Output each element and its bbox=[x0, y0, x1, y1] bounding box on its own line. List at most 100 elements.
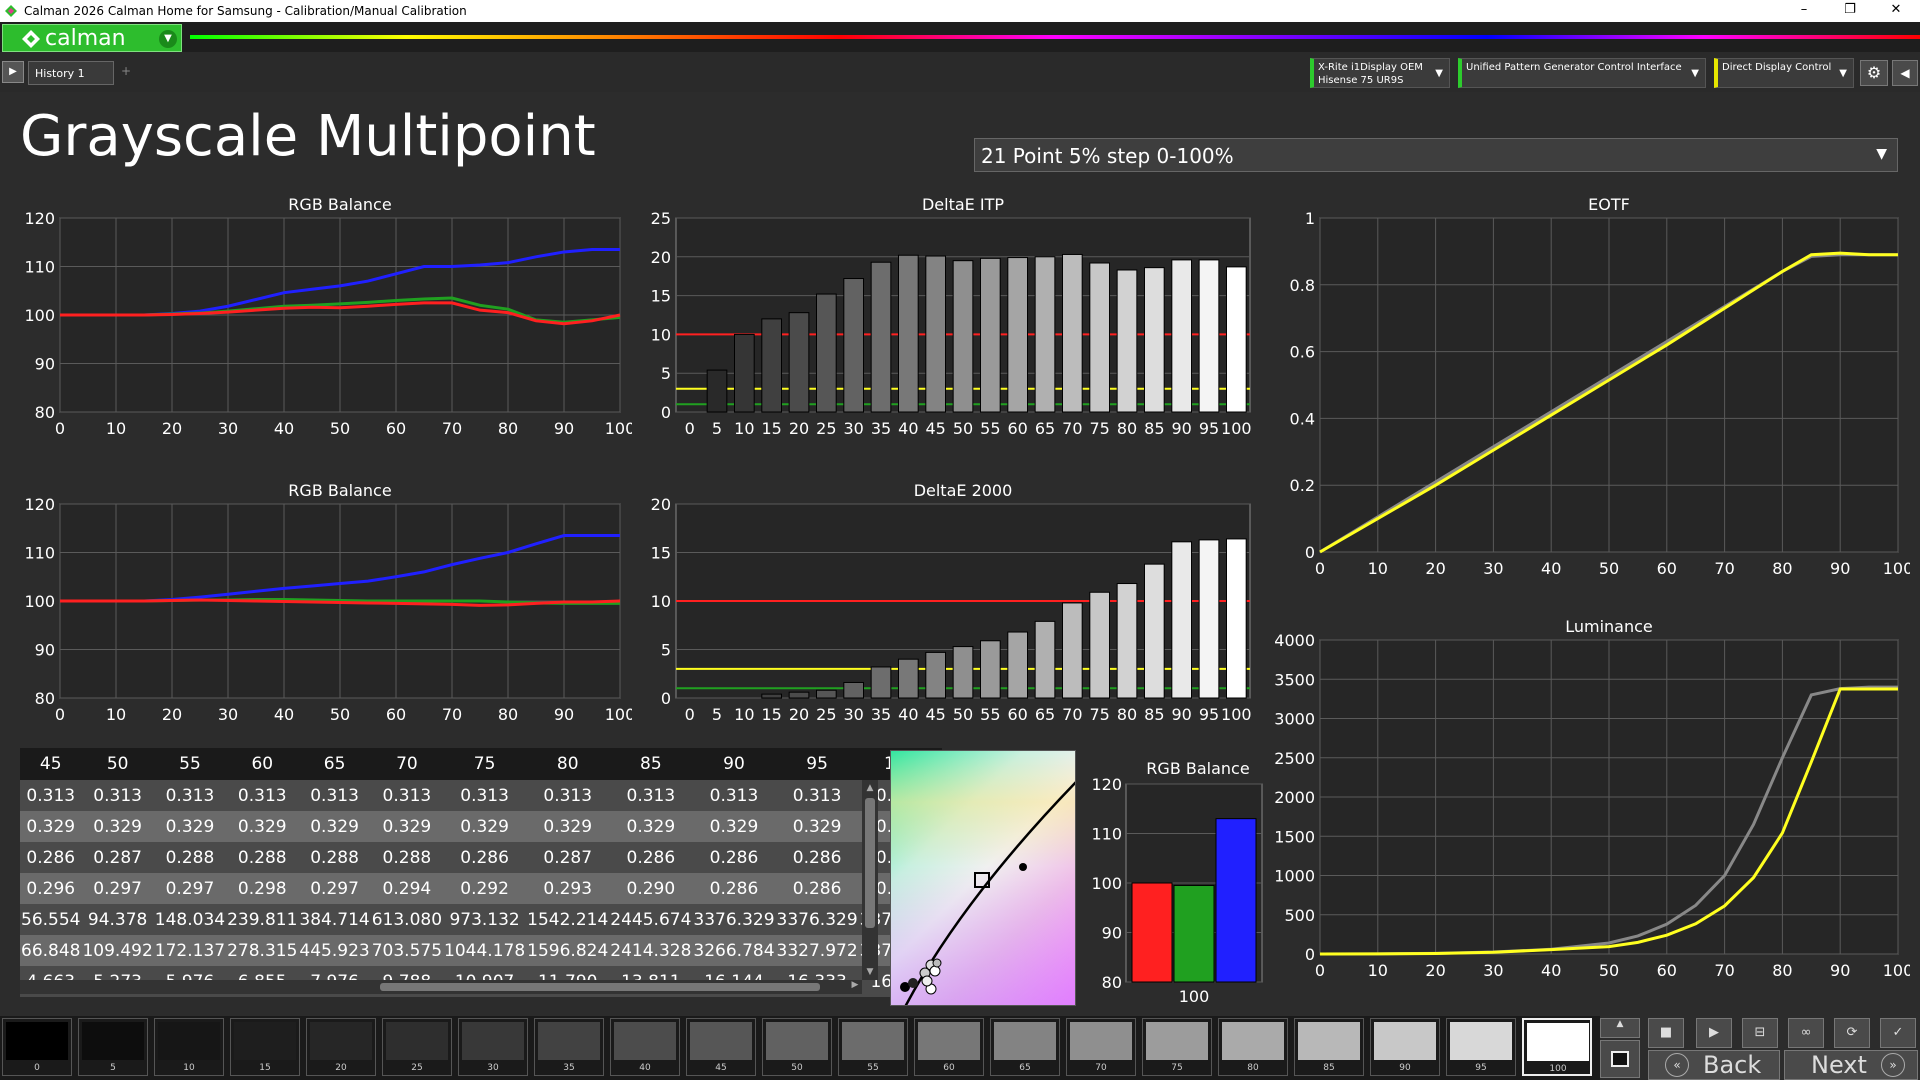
swatch-patch-60[interactable]: 60 bbox=[914, 1018, 984, 1076]
meter-device-selector[interactable]: X-Rite i1Display OEM Hisense 75 UR9S ▼ bbox=[1310, 58, 1450, 88]
swatch-patch-100[interactable]: 100 bbox=[1522, 1018, 1592, 1076]
display-control-selector[interactable]: Direct Display Control ▼ bbox=[1714, 58, 1854, 88]
stop-icon bbox=[1611, 1051, 1629, 1067]
swatch-patch-65[interactable]: 65 bbox=[990, 1018, 1060, 1076]
window-titlebar: Calman 2026 Calman Home for Samsung - Ca… bbox=[0, 0, 1920, 22]
x-tick-label: 95 bbox=[1199, 419, 1219, 438]
column-header[interactable]: 45 bbox=[20, 748, 82, 780]
swatch-patch-75[interactable]: 75 bbox=[1142, 1018, 1212, 1076]
play-icon[interactable]: ▶ bbox=[2, 61, 24, 83]
continuous-read-icon[interactable]: ∞ bbox=[1788, 1018, 1824, 1048]
read-series-icon[interactable]: ⊟ bbox=[1742, 1018, 1778, 1048]
y-tick-label: 120 bbox=[1091, 775, 1122, 794]
x-tick-label: 60 bbox=[1657, 961, 1677, 980]
back-button[interactable]: « Back bbox=[1648, 1050, 1780, 1080]
table-cell: 0.287 bbox=[526, 842, 610, 873]
stop-measure-button[interactable] bbox=[1600, 1040, 1640, 1078]
scroll-thumb[interactable] bbox=[380, 983, 820, 991]
minimize-button[interactable]: – bbox=[1784, 2, 1824, 20]
swatch-patch-45[interactable]: 45 bbox=[686, 1018, 756, 1076]
sequence-select[interactable]: 21 Point 5% step 0-100% ▼ bbox=[974, 138, 1898, 172]
refresh-icon[interactable]: ⟳ bbox=[1834, 1018, 1870, 1048]
y-tick-label: 0 bbox=[661, 403, 671, 422]
x-tick-label: 90 bbox=[1830, 961, 1850, 980]
check-icon[interactable]: ✓ bbox=[1880, 1018, 1916, 1048]
measured-whitepoint bbox=[1019, 863, 1027, 871]
device-line1: X-Rite i1Display OEM bbox=[1318, 62, 1423, 73]
measurement-grid: 4550556065707580859095100 0.3130.3130.31… bbox=[20, 748, 942, 997]
pattern-generator-selector[interactable]: Unified Pattern Generator Control Interf… bbox=[1458, 58, 1706, 88]
x-tick-label: 60 bbox=[1007, 419, 1027, 438]
table-cell: 0.286 bbox=[775, 873, 859, 904]
scroll-right-icon[interactable]: ▶ bbox=[848, 980, 862, 994]
swatch-patch-50[interactable]: 50 bbox=[762, 1018, 832, 1076]
scroll-thumb[interactable] bbox=[865, 798, 875, 928]
next-button[interactable]: Next » bbox=[1784, 1050, 1918, 1080]
swatch-color bbox=[1527, 1023, 1589, 1061]
vertical-scrollbar[interactable]: ▲ ▼ bbox=[862, 780, 878, 980]
x-tick-label: 20 bbox=[789, 705, 809, 724]
column-header[interactable]: 95 bbox=[775, 748, 859, 780]
column-header[interactable]: 50 bbox=[81, 748, 154, 780]
table-cell: 0.329 bbox=[20, 811, 82, 842]
swatch-patch-85[interactable]: 85 bbox=[1294, 1018, 1364, 1076]
swatch-patch-80[interactable]: 80 bbox=[1218, 1018, 1288, 1076]
swatch-patch-70[interactable]: 70 bbox=[1066, 1018, 1136, 1076]
table-row[interactable]: 0.296 0.297 0.297 0.298 0.297 0.294 0.292 0.293… bbox=[20, 873, 942, 904]
table-body: 0.313 0.313 0.313 0.313 0.313 0.313 0.313 0.313… bbox=[20, 780, 942, 997]
scroll-up-icon[interactable]: ▲ bbox=[862, 780, 878, 796]
table-header-row: 4550556065707580859095100 bbox=[20, 748, 942, 780]
table-row[interactable]: 0.313 0.313 0.313 0.313 0.313 0.313 0.313 0.313… bbox=[20, 780, 942, 811]
swatch-patch-55[interactable]: 55 bbox=[838, 1018, 908, 1076]
y-tick-label: 100 bbox=[24, 306, 55, 325]
column-header[interactable]: 65 bbox=[298, 748, 371, 780]
table-row[interactable]: 66.848 109.492 172.137 278.315 445.923 703.57… bbox=[20, 935, 942, 966]
swatch-color bbox=[690, 1022, 752, 1060]
stop-icon[interactable]: ■ bbox=[1648, 1018, 1684, 1048]
maximize-button[interactable]: ❐ bbox=[1830, 2, 1870, 20]
close-button[interactable]: ✕ bbox=[1876, 2, 1916, 20]
column-header[interactable]: 70 bbox=[370, 748, 444, 780]
table-row[interactable]: 0.329 0.329 0.329 0.329 0.329 0.329 0.329 0.329… bbox=[20, 811, 942, 842]
table-row[interactable]: 56.554 94.378 148.034 239.811 384.714 613.080… bbox=[20, 904, 942, 935]
swatch-patch-35[interactable]: 35 bbox=[534, 1018, 604, 1076]
swatch-patch-5[interactable]: 5 bbox=[78, 1018, 148, 1076]
swatch-patch-0[interactable]: 0 bbox=[2, 1018, 72, 1076]
swatch-patch-20[interactable]: 20 bbox=[306, 1018, 376, 1076]
measurement-table[interactable]: 4550556065707580859095100 0.3130.3130.31… bbox=[20, 748, 942, 997]
table-cell: 56.554 bbox=[20, 904, 82, 935]
chart-title: DeltaE ITP bbox=[922, 195, 1004, 214]
scroll-down-icon[interactable]: ▼ bbox=[862, 964, 878, 980]
next-arrow-icon: » bbox=[1881, 1053, 1905, 1077]
table-row[interactable]: 0.286 0.287 0.288 0.288 0.288 0.288 0.286 0.287… bbox=[20, 842, 942, 873]
column-header[interactable]: 60 bbox=[226, 748, 299, 780]
swatch-color bbox=[6, 1022, 68, 1060]
column-header[interactable]: 90 bbox=[692, 748, 776, 780]
add-tab-button[interactable]: + bbox=[117, 64, 135, 82]
table-cell: 0.313 bbox=[298, 780, 371, 811]
column-header[interactable]: 75 bbox=[443, 748, 527, 780]
y-tick-label: 80 bbox=[35, 689, 55, 708]
calman-logo-menu[interactable]: calman ▼ bbox=[2, 24, 182, 52]
column-header[interactable]: 55 bbox=[153, 748, 227, 780]
swatch-patch-15[interactable]: 15 bbox=[230, 1018, 300, 1076]
chevron-up-icon[interactable]: ▲ bbox=[1600, 1018, 1640, 1038]
play-icon[interactable]: ▶ bbox=[1696, 1018, 1732, 1048]
gear-icon[interactable]: ⚙ bbox=[1860, 60, 1888, 86]
x-tick-label: 40 bbox=[1541, 559, 1561, 578]
swatch-patch-90[interactable]: 90 bbox=[1370, 1018, 1440, 1076]
horizontal-scrollbar[interactable]: ▶ bbox=[20, 980, 862, 994]
swatch-patch-30[interactable]: 30 bbox=[458, 1018, 528, 1076]
swatch-patch-40[interactable]: 40 bbox=[610, 1018, 680, 1076]
tab-history-1[interactable]: History 1 + bbox=[28, 61, 131, 85]
chevron-down-icon: ▼ bbox=[1435, 68, 1443, 79]
collapse-panel-icon[interactable]: ◀ bbox=[1892, 60, 1918, 86]
swatch-patch-10[interactable]: 10 bbox=[154, 1018, 224, 1076]
table-cell: 0.288 bbox=[153, 842, 227, 873]
table-cell: 0.313 bbox=[526, 780, 610, 811]
swatch-patch-25[interactable]: 25 bbox=[382, 1018, 452, 1076]
column-header[interactable]: 85 bbox=[609, 748, 693, 780]
swatch-patch-95[interactable]: 95 bbox=[1446, 1018, 1516, 1076]
column-header[interactable]: 80 bbox=[526, 748, 610, 780]
chevron-down-icon[interactable]: ▼ bbox=[159, 30, 177, 48]
